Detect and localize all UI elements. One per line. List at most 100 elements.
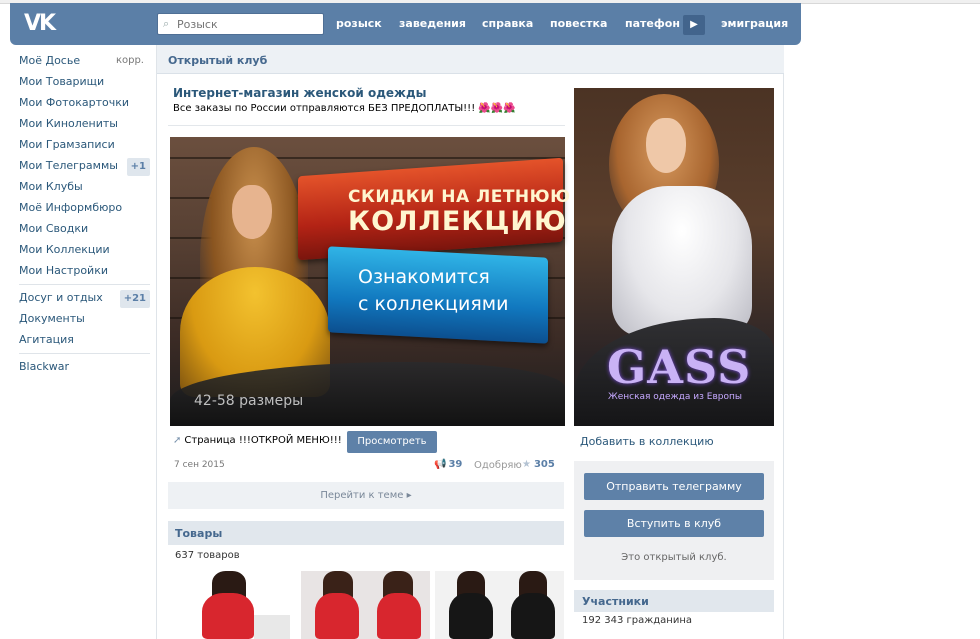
- divider: [168, 125, 565, 126]
- sidebar-item-videos[interactable]: Мои Кинолениты: [19, 116, 150, 137]
- product-dress: [315, 593, 359, 639]
- sidebar-item-settings[interactable]: Мои Настройки: [19, 263, 150, 284]
- goods-count[interactable]: 637 товаров: [175, 550, 240, 561]
- sidebar-item-news[interactable]: Моё Информбюро: [19, 200, 150, 221]
- page-menu-link[interactable]: ➚ Страница !!!ОТКРОЙ МЕНЮ!!!: [173, 435, 342, 446]
- gass-tagline: Женская одежда из Европы: [608, 392, 742, 402]
- product-dress: [377, 593, 421, 639]
- nav-search[interactable]: розыск: [336, 17, 382, 30]
- sidebar-item-audio[interactable]: Мои Грамзаписи: [19, 137, 150, 158]
- members-header[interactable]: Участники: [574, 590, 774, 612]
- sidebar-item-label: Мои Фотокарточки: [19, 96, 129, 109]
- sidebar-item-friends[interactable]: Мои Товарищи: [19, 74, 150, 95]
- goods-title: Товары: [175, 527, 223, 540]
- sidebar-item-label: Blackwar: [19, 360, 70, 373]
- page-header: Открытый клуб: [157, 45, 784, 74]
- sidebar-item-documents[interactable]: Документы: [19, 311, 150, 332]
- sidebar-item-label: Мои Коллекции: [19, 243, 110, 256]
- sidebar-divider: [19, 353, 150, 354]
- sidebar-item-label: Мои Настройки: [19, 264, 108, 277]
- members-count: 192 343 гражданина: [582, 615, 693, 626]
- sidebar-item-label: Мои Товарищи: [19, 75, 105, 88]
- banner-sizes: 42-58 размеры: [194, 393, 304, 409]
- sidebar-item-collections[interactable]: Мои Коллекции: [19, 242, 150, 263]
- open-club-note: Это открытый клуб.: [621, 552, 727, 563]
- add-to-collection-link[interactable]: Добавить в коллекцию: [580, 435, 714, 448]
- sidebar-item-label: Мои Кинолениты: [19, 117, 118, 130]
- product-dress: [511, 593, 555, 639]
- vk-logo[interactable]: VK: [24, 13, 58, 35]
- page-title: Открытый клуб: [168, 54, 268, 67]
- left-sidebar: Моё Досье корр. Мои Товарищи Мои Фотокарт…: [19, 53, 150, 380]
- sidebar-item-feed[interactable]: Мои Сводки: [19, 221, 150, 242]
- club-avatar[interactable]: GASS Женская одежда из Европы: [574, 88, 774, 426]
- view-button[interactable]: Просмотреть: [347, 431, 437, 453]
- banner-browse-line2: с коллекциями: [358, 293, 509, 315]
- gass-logo: GASS: [607, 340, 752, 394]
- nav-gramophone[interactable]: патефон: [625, 17, 680, 30]
- product-dress: [202, 593, 254, 639]
- sidebar-item-leisure[interactable]: Досуг и отдых +21: [19, 290, 150, 311]
- banner-collection-line: КОЛЛЕКЦИЮ: [348, 206, 567, 237]
- nav-help[interactable]: справка: [482, 17, 533, 30]
- play-icon[interactable]: ▶: [683, 15, 705, 35]
- like-label[interactable]: Одобряю: [474, 460, 522, 471]
- star-icon: ★: [522, 459, 531, 470]
- sidebar-item-photos[interactable]: Мои Фотокарточки: [19, 95, 150, 116]
- sidebar-item-label: Досуг и отдых: [19, 291, 103, 304]
- goods-header[interactable]: Товары: [168, 521, 564, 545]
- goto-topic-label: Перейти к теме: [320, 490, 404, 501]
- banner-sale-line: СКИДКИ НА ЛЕТНЮЮ: [348, 187, 571, 207]
- sidebar-item-label: Моё Досье: [19, 54, 81, 67]
- search-input[interactable]: [177, 16, 317, 32]
- nav-emigration[interactable]: эмиграция: [721, 17, 788, 30]
- like-count: 305: [533, 459, 555, 470]
- sidebar-item-label: Документы: [19, 312, 85, 325]
- chevron-right-icon: ▸: [406, 490, 412, 501]
- goods-item-3[interactable]: [435, 571, 564, 639]
- search-icon: ⌕: [163, 17, 170, 30]
- model-face: [232, 185, 272, 239]
- sidebar-divider: [19, 284, 150, 285]
- sidebar-item-label: Мои Клубы: [19, 180, 83, 193]
- post-date[interactable]: 7 сен 2015: [174, 460, 225, 470]
- sidebar-item-edit[interactable]: корр.: [116, 53, 144, 69]
- sidebar-item-label: Мои Сводки: [19, 222, 89, 235]
- nav-venues[interactable]: заведения: [399, 17, 466, 30]
- messages-badge: +1: [126, 158, 150, 176]
- club-actions: Отправить телеграмму Вступить в клуб Это…: [574, 461, 774, 580]
- page-menu-link-text: Страница !!!ОТКРОЙ МЕНЮ!!!: [184, 435, 342, 446]
- avatar-face: [646, 118, 686, 173]
- join-club-button[interactable]: Вступить в клуб: [584, 510, 764, 537]
- sidebar-item-agitation[interactable]: Агитация: [19, 332, 150, 353]
- send-telegram-button[interactable]: Отправить телеграмму: [584, 473, 764, 500]
- club-title: Интернет-магазин женской одежды: [173, 86, 427, 100]
- megaphone-icon: 📢: [434, 459, 447, 470]
- product-dress: [449, 593, 493, 639]
- nav-agenda[interactable]: повестка: [550, 17, 607, 30]
- top-header-bar: VK ⌕ розыск заведения справка повестка п…: [10, 3, 801, 45]
- banner-browse-line: Ознакомится: [358, 266, 490, 288]
- sidebar-item-label: Мои Грамзаписи: [19, 138, 115, 151]
- arrow-link-icon: ➚: [173, 435, 182, 446]
- search-box[interactable]: ⌕: [157, 13, 324, 35]
- sidebar-item-groups[interactable]: Мои Клубы: [19, 179, 150, 200]
- sidebar-item-label: Мои Телеграммы: [19, 159, 118, 172]
- sidebar-item-messages[interactable]: Мои Телеграммы +1: [19, 158, 150, 179]
- sidebar-item-label: Моё Информбюро: [19, 201, 123, 214]
- product-prop: [254, 615, 290, 639]
- leisure-badge: +21: [119, 290, 150, 308]
- members-title: Участники: [582, 595, 649, 608]
- avatar-dress: [612, 186, 752, 336]
- goods-item-2[interactable]: [301, 571, 430, 639]
- share-button[interactable]: 📢 39: [434, 459, 462, 470]
- share-count: 39: [448, 459, 463, 470]
- top-header: VK ⌕ розыск заведения справка повестка п…: [10, 0, 801, 45]
- sidebar-item-dossier[interactable]: Моё Досье корр.: [19, 53, 150, 74]
- goto-topic-button[interactable]: Перейти к теме ▸: [168, 482, 564, 509]
- sidebar-item-blackwar[interactable]: Blackwar: [19, 359, 150, 380]
- sidebar-item-label: Агитация: [19, 333, 74, 346]
- club-status: Все заказы по России отправляются БЕЗ ПР…: [173, 103, 516, 114]
- like-button[interactable]: ★ 305: [522, 459, 555, 470]
- goods-item-1[interactable]: [168, 571, 296, 639]
